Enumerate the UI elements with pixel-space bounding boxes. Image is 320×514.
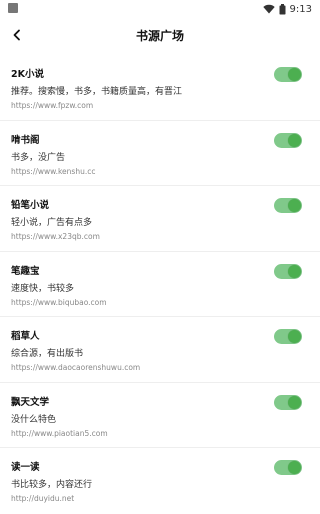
source-description: 书比较多，内容还行 bbox=[11, 480, 93, 490]
source-url: http://www.piaotian5.com bbox=[11, 428, 108, 438]
source-toggle[interactable] bbox=[274, 460, 302, 475]
source-name: 稻草人 bbox=[11, 331, 40, 342]
source-toggle[interactable] bbox=[274, 67, 302, 82]
status-bar: 9:13 bbox=[0, 0, 320, 18]
source-description: 综合源，有出版书 bbox=[11, 349, 84, 359]
source-item[interactable]: 2K小说 推荐。搜索慢，书多，书籍质量高，有晋江 https://www.fpz… bbox=[0, 55, 320, 121]
source-name: 笔趣宝 bbox=[11, 265, 40, 277]
source-url: https://www.kenshu.cc bbox=[11, 166, 96, 176]
source-url: https://www.biqubao.com bbox=[11, 297, 107, 307]
source-description: 推荐。搜索慢，书多，书籍质量高，有晋江 bbox=[11, 87, 183, 97]
source-item[interactable]: 啃书阁 书多，没广告 https://www.kenshu.cc bbox=[0, 121, 320, 186]
toggle-knob bbox=[288, 68, 301, 81]
source-description: 轻小说，广告有点多 bbox=[11, 218, 93, 228]
page-title: 书源广场 bbox=[135, 29, 184, 43]
source-list: 2K小说 推荐。搜索慢，书多，书籍质量高，有晋江 https://www.fpz… bbox=[0, 55, 320, 514]
source-item[interactable]: 稻草人 综合源，有出版书 https://www.daocaorenshuwu.… bbox=[0, 317, 320, 383]
notification-icon bbox=[8, 3, 18, 13]
source-name: 啃书阁 bbox=[11, 134, 40, 146]
source-name: 铅笔小说 bbox=[11, 200, 50, 211]
battery-icon bbox=[279, 3, 286, 15]
toggle-knob bbox=[288, 133, 301, 147]
source-item[interactable]: 飘天文学 没什么特色 http://www.piaotian5.com bbox=[0, 383, 320, 448]
source-toggle[interactable] bbox=[274, 394, 302, 410]
source-url: https://www.fpzw.com bbox=[11, 101, 94, 110]
source-name: 读一读 bbox=[11, 462, 40, 473]
source-name: 飘天文学 bbox=[11, 396, 50, 408]
wifi-icon bbox=[262, 4, 275, 14]
source-toggle[interactable] bbox=[274, 198, 302, 213]
source-item[interactable]: 笔趣宝 速度快，书较多 https://www.biqubao.com bbox=[0, 252, 320, 317]
toggle-knob bbox=[288, 395, 301, 409]
source-description: 书多，没广告 bbox=[11, 152, 66, 163]
toggle-knob bbox=[288, 461, 301, 474]
source-name: 2K小说 bbox=[11, 69, 44, 80]
source-item[interactable]: 铅笔小说 轻小说，广告有点多 https://www.x23qb.com bbox=[0, 186, 320, 252]
status-icons: 9:13 bbox=[262, 2, 312, 16]
status-time: 9:13 bbox=[289, 3, 312, 15]
toggle-knob bbox=[288, 264, 301, 278]
toggle-knob bbox=[288, 330, 301, 343]
toggle-knob bbox=[288, 199, 301, 212]
source-toggle[interactable] bbox=[274, 329, 302, 344]
source-toggle[interactable] bbox=[274, 132, 302, 148]
source-item[interactable]: 读一读 书比较多，内容还行 http://duyidu.net bbox=[0, 448, 320, 514]
source-url: http://duyidu.net bbox=[11, 494, 75, 503]
app-bar: 书源广场 bbox=[0, 22, 320, 50]
source-url: https://www.daocaorenshuwu.com bbox=[11, 363, 141, 372]
source-description: 速度快，书较多 bbox=[11, 283, 75, 294]
source-toggle[interactable] bbox=[274, 263, 302, 279]
source-description: 没什么特色 bbox=[11, 414, 57, 425]
source-url: https://www.x23qb.com bbox=[11, 232, 100, 241]
